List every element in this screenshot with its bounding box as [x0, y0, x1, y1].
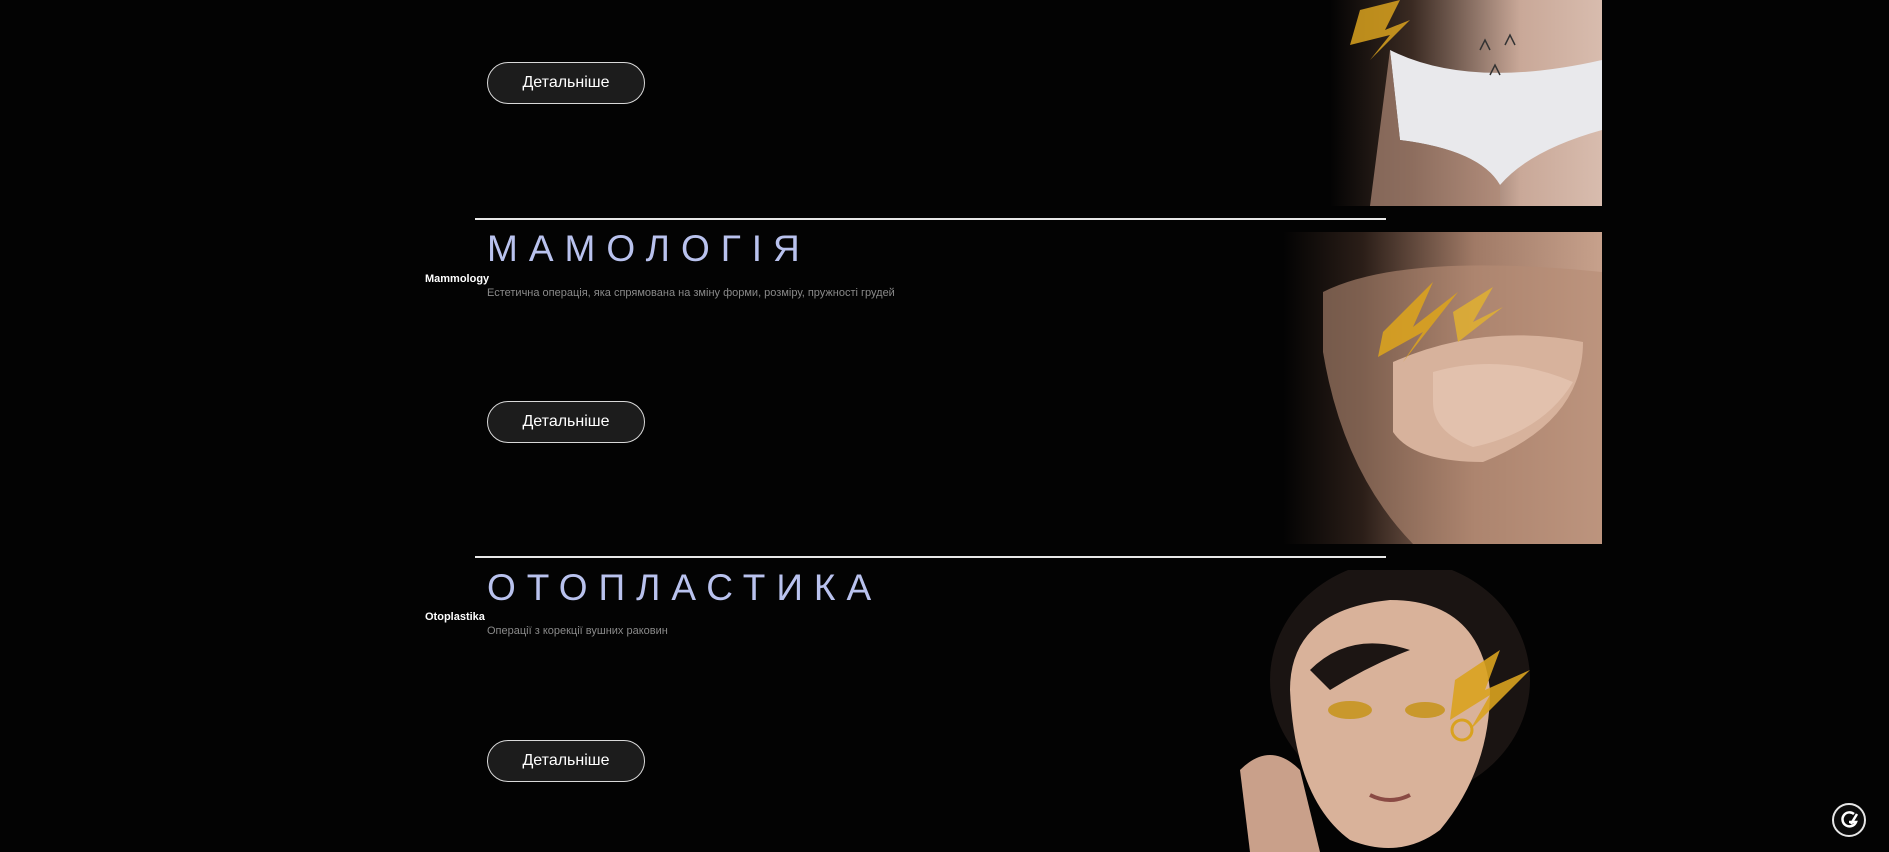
chat-widget-icon — [1841, 811, 1859, 828]
abdomen-photo — [1330, 0, 1602, 206]
chat-widget-button[interactable] — [1832, 803, 1866, 837]
section-title-otoplastika: ОТОПЛАСТИКА — [487, 567, 883, 608]
abdomen-illustration — [1330, 0, 1602, 206]
otoplastika-illustration — [1200, 570, 1580, 852]
details-button-otoplastika[interactable]: Детальніше — [487, 740, 645, 782]
side-label-mammology: Mammology — [425, 273, 490, 285]
side-label-otoplastika: Otoplastika — [425, 611, 485, 623]
section-description-mammology: Естетична операція, яка спрямована на зм… — [487, 287, 895, 299]
otoplastika-photo — [1200, 570, 1580, 852]
section-divider-otoplastika — [475, 556, 1386, 558]
mammology-illustration — [1283, 232, 1602, 544]
section-description-otoplastika: Операції з корекції вушних раковин — [487, 625, 668, 637]
details-button-1[interactable]: Детальніше — [487, 62, 645, 104]
section-title-mammology: МАМОЛОГІЯ — [487, 228, 811, 269]
mammology-photo — [1283, 232, 1602, 544]
details-button-mammology[interactable]: Детальніше — [487, 401, 645, 443]
section-divider-mammology — [475, 218, 1386, 220]
